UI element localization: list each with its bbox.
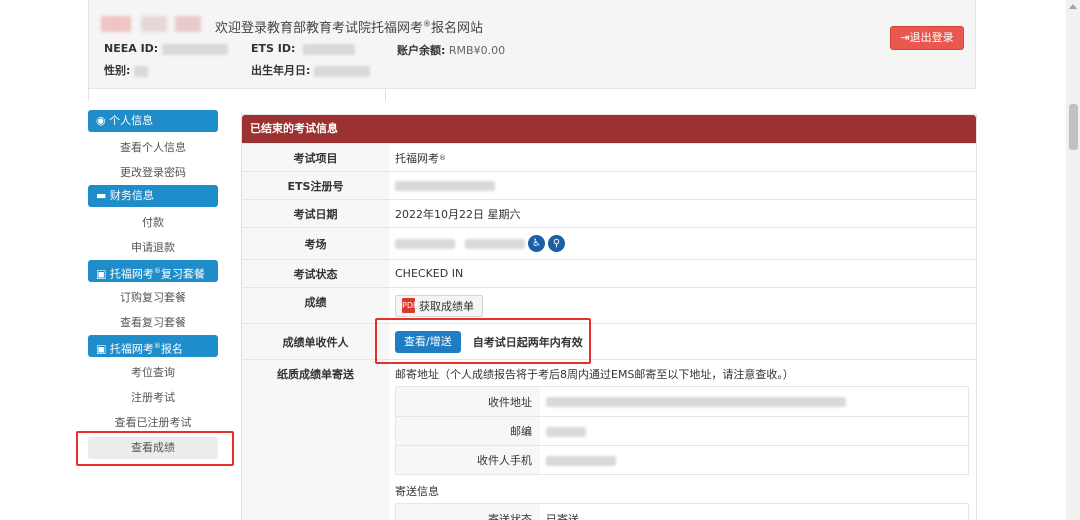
redacted-value [395, 238, 455, 249]
wheelchair-icon[interactable]: ♿ [528, 235, 545, 252]
gender-field: 性别: [104, 62, 148, 78]
paper-report-label: 纸质成绩单寄送 [242, 360, 389, 520]
phone-label: 收件人手机 [396, 446, 540, 474]
phone-row: 收件人手机 [396, 445, 968, 474]
sidebar-item-seat-search[interactable]: 考位查询 [88, 360, 218, 385]
balance-field: 账户余额: RMB¥0.00 [397, 44, 506, 57]
ets-id-field: ETS ID: [251, 42, 355, 55]
sidebar-section-review-package[interactable]: ▣ 托福网考®复习套餐 [88, 260, 218, 282]
paper-report-value: 邮寄地址（个人成绩报告将于考后8周内通过EMS邮寄至以下地址，请注意查收。） 收… [389, 360, 976, 520]
ets-reg-label: ETS注册号 [242, 172, 389, 199]
row-exam-item: 考试项目 托福网考 ® [242, 143, 976, 171]
book-icon: ▣ [96, 342, 107, 356]
send-status-label: 寄送状态 [396, 504, 540, 520]
zip-value [540, 425, 586, 438]
scroll-up-arrow-icon[interactable] [1069, 4, 1077, 9]
mail-address-note: 邮寄地址（个人成绩报告将于考后8周内通过EMS邮寄至以下地址，请注意查收。） [395, 368, 794, 381]
sidebar-item-order-package[interactable]: 订购复习套餐 [88, 285, 218, 310]
redacted-name-block [141, 16, 167, 32]
sidebar-item-register-exam[interactable]: 注册考试 [88, 385, 218, 410]
scrollbar-thumb[interactable] [1069, 104, 1078, 150]
sidebar-item-view-profile[interactable]: 查看个人信息 [88, 135, 218, 160]
zip-label: 邮编 [396, 417, 540, 445]
sidebar-item-refund[interactable]: 申请退款 [88, 235, 218, 260]
pdf-icon: PDF [402, 298, 418, 313]
address-value [540, 395, 846, 408]
zip-row: 邮编 [396, 416, 968, 445]
page-scrollbar[interactable] [1066, 0, 1080, 520]
sign-out-icon: ⇥ [900, 31, 910, 44]
highlight-box [76, 431, 234, 466]
highlight-box [375, 318, 591, 364]
address-row: 收件地址 [396, 387, 968, 416]
welcome-title: 欢迎登录教育部教育考试院托福网考®报名网站 [215, 19, 484, 36]
user-circle-icon: ◉ [96, 114, 106, 127]
redacted-value [546, 397, 846, 407]
page: 欢迎登录教育部教育考试院托福网考®报名网站 NEEA ID: ETS ID: 账… [76, 0, 978, 520]
status-value: CHECKED IN [395, 267, 464, 280]
venue-value: ♿ ⚲ [389, 228, 976, 259]
row-score: 成绩 PDF 获取成绩单 [242, 287, 976, 323]
book-icon: ▣ [96, 267, 107, 281]
exam-date-value: 2022年10月22日 星期六 [395, 207, 521, 221]
sidebar-section-personal-info[interactable]: ◉ 个人信息 [88, 110, 218, 132]
sidebar-item-change-password[interactable]: 更改登录密码 [88, 160, 218, 185]
sidebar-item-payment[interactable]: 付款 [88, 210, 218, 235]
sidebar-item-view-package[interactable]: 查看复习套餐 [88, 310, 218, 335]
phone-value [540, 454, 616, 467]
redacted-value [161, 43, 228, 55]
logout-button[interactable]: ⇥退出登录 [890, 26, 964, 50]
row-status: 考试状态 CHECKED IN [242, 259, 976, 287]
score-label: 成绩 [242, 288, 389, 323]
sidebar-section-registration[interactable]: ▣ 托福网考®报名 [88, 335, 218, 357]
sidebar: ◉ 个人信息 查看个人信息 更改登录密码 ▬ 财务信息 付款 申请退款 ▣ 托福… [76, 110, 234, 466]
redacted-value [546, 455, 616, 466]
finished-exam-panel: 已结束的考试信息 考试项目 托福网考 ® ETS注册号 考试日期 2022年10月… [241, 114, 977, 520]
panel-title: 已结束的考试信息 [242, 115, 976, 143]
venue-label: 考场 [242, 228, 389, 259]
credit-card-icon: ▬ [96, 189, 107, 202]
exam-date-label: 考试日期 [242, 200, 389, 227]
send-info-title: 寄送信息 [395, 485, 439, 498]
get-score-report-button[interactable]: PDF 获取成绩单 [395, 294, 483, 317]
send-info-table: 寄送状态 已寄送 [395, 503, 969, 520]
recipient-label: 成绩单收件人 [242, 324, 389, 359]
row-ets-reg: ETS注册号 [242, 171, 976, 199]
restroom-icon[interactable]: ⚲ [548, 235, 565, 252]
row-exam-date: 考试日期 2022年10月22日 星期六 [242, 199, 976, 227]
neea-id-field: NEEA ID: [104, 42, 228, 55]
row-paper-report: 纸质成绩单寄送 邮寄地址（个人成绩报告将于考后8周内通过EMS邮寄至以下地址，请… [242, 359, 976, 520]
recipient-value: 查看/增送 自考试日起两年内有效 [375, 318, 976, 364]
redacted-name-block [101, 16, 131, 32]
redacted-value [465, 238, 525, 249]
dob-field: 出生年月日: [251, 62, 370, 78]
address-table: 收件地址 邮编 收件人手机 [395, 386, 969, 475]
sidebar-section-finance[interactable]: ▬ 财务信息 [88, 185, 218, 207]
redacted-value [395, 180, 495, 191]
exam-item-value: 托福网考 ® [395, 151, 446, 165]
redacted-value [302, 43, 355, 55]
address-label: 收件地址 [396, 387, 540, 416]
exam-item-label: 考试项目 [242, 144, 389, 171]
redacted-name-block [175, 16, 201, 32]
redacted-value [313, 65, 370, 77]
row-venue: 考场 ♿ ⚲ [242, 227, 976, 259]
redacted-value [133, 65, 148, 77]
send-status-value: 已寄送 [546, 512, 579, 520]
row-recipient: 成绩单收件人 查看/增送 自考试日起两年内有效 [242, 318, 976, 364]
redacted-value [546, 426, 586, 437]
header-divider [89, 88, 977, 101]
user-header: 欢迎登录教育部教育考试院托福网考®报名网站 NEEA ID: ETS ID: 账… [88, 0, 977, 101]
send-status-row: 寄送状态 已寄送 [396, 504, 968, 520]
status-label: 考试状态 [242, 260, 389, 287]
ets-reg-value [389, 172, 976, 199]
